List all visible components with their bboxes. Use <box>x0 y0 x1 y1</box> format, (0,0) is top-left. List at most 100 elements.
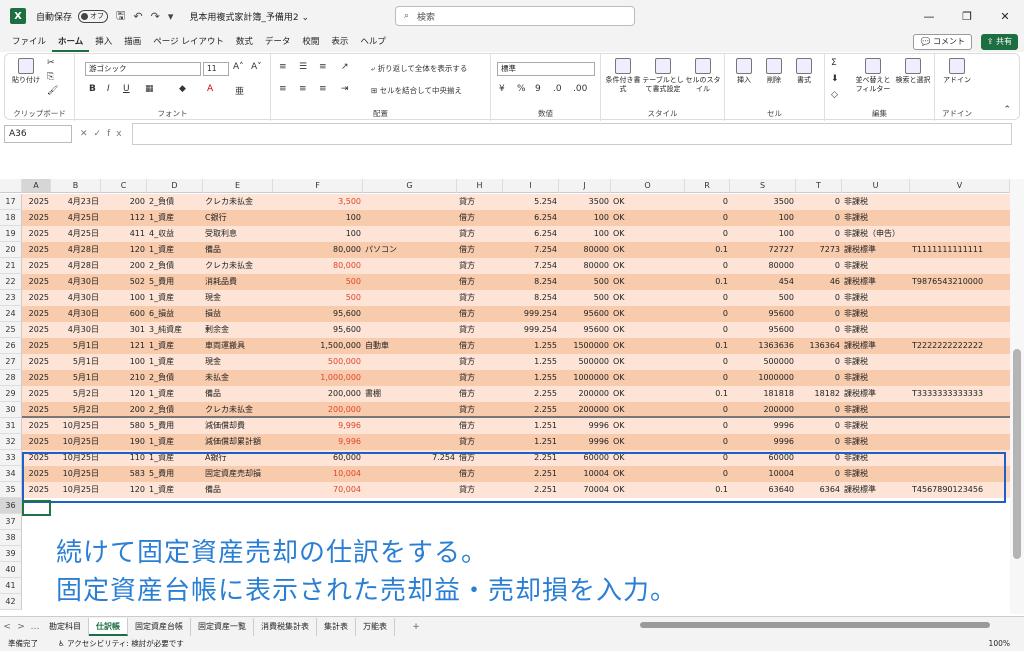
sheet-tab[interactable]: 万能表 <box>356 617 395 636</box>
clear-icon[interactable]: ◇ <box>831 90 838 100</box>
cell-f[interactable]: 80,000 <box>273 242 363 258</box>
cell-b[interactable]: 5月1日 <box>51 338 101 354</box>
minimize-icon[interactable]: — <box>910 0 948 32</box>
cell-c[interactable]: 200 <box>101 258 147 274</box>
cell-i[interactable]: 1.255 <box>503 338 559 354</box>
cell-b[interactable]: 4月28日 <box>51 258 101 274</box>
cell-a[interactable]: 2025 <box>22 290 51 306</box>
share-button[interactable]: ⇪ 共有 <box>980 34 1018 50</box>
cell-t[interactable]: 136364 <box>796 338 842 354</box>
row-header[interactable]: 29 <box>0 386 22 402</box>
cell-c[interactable]: 200 <box>101 194 147 210</box>
cell-b[interactable]: 5月1日 <box>51 370 101 386</box>
cell-f[interactable]: 1,000,000 <box>273 370 363 386</box>
cell-v[interactable] <box>910 306 1010 322</box>
cell-o[interactable]: OK <box>611 402 685 418</box>
cell-c[interactable]: 112 <box>101 210 147 226</box>
find-select-button[interactable]: 検索と選択 <box>895 58 931 85</box>
cell-u[interactable]: 非課税 <box>842 290 910 306</box>
cell-b[interactable]: 4月30日 <box>51 290 101 306</box>
cell-i[interactable]: 5.254 <box>503 194 559 210</box>
cell-d[interactable]: 3_純資産 <box>147 322 203 338</box>
cell-c[interactable]: 502 <box>101 274 147 290</box>
cell-g[interactable] <box>363 194 457 210</box>
column-header-G[interactable]: G <box>363 179 457 193</box>
align-bottom-icon[interactable]: ≡ <box>319 62 327 72</box>
row-header[interactable]: 21 <box>0 258 22 274</box>
cell-d[interactable]: 4_収益 <box>147 226 203 242</box>
cell-i[interactable]: 999.254 <box>503 322 559 338</box>
row-header[interactable]: 34 <box>0 466 22 482</box>
cell-u[interactable]: 非課税 <box>842 402 910 418</box>
add-sheet-icon[interactable]: + <box>409 622 423 632</box>
cell-t[interactable]: 18182 <box>796 386 842 402</box>
insert-cells-button[interactable]: 挿入 <box>729 58 759 85</box>
cell-a[interactable]: 2025 <box>22 322 51 338</box>
cell-v[interactable]: T2222222222222 <box>910 338 1010 354</box>
cell-s[interactable]: 80000 <box>730 258 796 274</box>
orientation-icon[interactable]: ↗ <box>341 62 349 72</box>
cell-o[interactable]: OK <box>611 434 685 450</box>
cell-v[interactable] <box>910 434 1010 450</box>
cell-g[interactable] <box>363 434 457 450</box>
increase-decimal-icon[interactable]: .0 <box>553 84 562 94</box>
cell-f[interactable]: 95,600 <box>273 306 363 322</box>
cell-o[interactable]: OK <box>611 210 685 226</box>
row-header[interactable]: 20 <box>0 242 22 258</box>
cell-h[interactable]: 貸方 <box>457 434 503 450</box>
cell-b[interactable]: 4月30日 <box>51 274 101 290</box>
menu-tab[interactable]: ホーム <box>52 32 90 52</box>
select-all-corner[interactable] <box>0 179 22 193</box>
cell-s[interactable]: 3500 <box>730 194 796 210</box>
cell-c[interactable]: 121 <box>101 338 147 354</box>
wrap-text-button[interactable]: ⤶ 折り返して全体を表示する <box>371 63 467 74</box>
column-header-C[interactable]: C <box>101 179 147 193</box>
cell-h[interactable]: 貸方 <box>457 402 503 418</box>
active-cell[interactable] <box>22 500 51 516</box>
cell-r[interactable]: 0 <box>685 402 730 418</box>
cell-e[interactable]: クレカ未払金 <box>203 194 273 210</box>
column-header-B[interactable]: B <box>51 179 101 193</box>
row-header[interactable]: 28 <box>0 370 22 386</box>
cell-r[interactable]: 0 <box>685 354 730 370</box>
cell-f[interactable]: 500 <box>273 290 363 306</box>
cell-s[interactable]: 1000000 <box>730 370 796 386</box>
cell-i[interactable]: 1.255 <box>503 370 559 386</box>
row-header[interactable]: 31 <box>0 418 22 434</box>
cell-c[interactable]: 411 <box>101 226 147 242</box>
cell-u[interactable]: 課税標準 <box>842 338 910 354</box>
cell-r[interactable]: 0 <box>685 306 730 322</box>
menu-tab[interactable]: ヘルプ <box>354 32 392 52</box>
cell-b[interactable]: 4月30日 <box>51 306 101 322</box>
cell-c[interactable]: 100 <box>101 290 147 306</box>
menu-tab[interactable]: ファイル <box>6 32 52 52</box>
row-header[interactable]: 42 <box>0 594 22 610</box>
cell-g[interactable] <box>363 402 457 418</box>
cell-t[interactable]: 0 <box>796 290 842 306</box>
row-header[interactable]: 41 <box>0 578 22 594</box>
cell-r[interactable]: 0.1 <box>685 274 730 290</box>
cell-f[interactable]: 9,996 <box>273 418 363 434</box>
cell-s[interactable]: 500 <box>730 290 796 306</box>
cell-e[interactable]: クレカ未払金 <box>203 258 273 274</box>
cell-a[interactable]: 2025 <box>22 338 51 354</box>
cell-a[interactable]: 2025 <box>22 210 51 226</box>
cell-d[interactable]: 1_資産 <box>147 338 203 354</box>
cell-d[interactable]: 1_資産 <box>147 434 203 450</box>
cell-r[interactable]: 0 <box>685 194 730 210</box>
scroll-left-icon[interactable]: < <box>0 622 14 632</box>
cell-h[interactable]: 借方 <box>457 306 503 322</box>
cell-h[interactable]: 貸方 <box>457 194 503 210</box>
menu-tab[interactable]: データ <box>259 32 297 52</box>
cell-u[interactable]: 非課税 <box>842 194 910 210</box>
menu-tab[interactable]: 数式 <box>230 32 259 52</box>
enter-icon[interactable]: ✓ <box>94 129 108 139</box>
align-top-icon[interactable]: ≡ <box>279 62 287 72</box>
cell-e[interactable]: 現金 <box>203 354 273 370</box>
cell-g[interactable] <box>363 274 457 290</box>
column-header-E[interactable]: E <box>203 179 273 193</box>
cell-j[interactable]: 500000 <box>559 354 611 370</box>
cell-a[interactable]: 2025 <box>22 370 51 386</box>
cell-h[interactable]: 貸方 <box>457 226 503 242</box>
cell-c[interactable]: 120 <box>101 242 147 258</box>
